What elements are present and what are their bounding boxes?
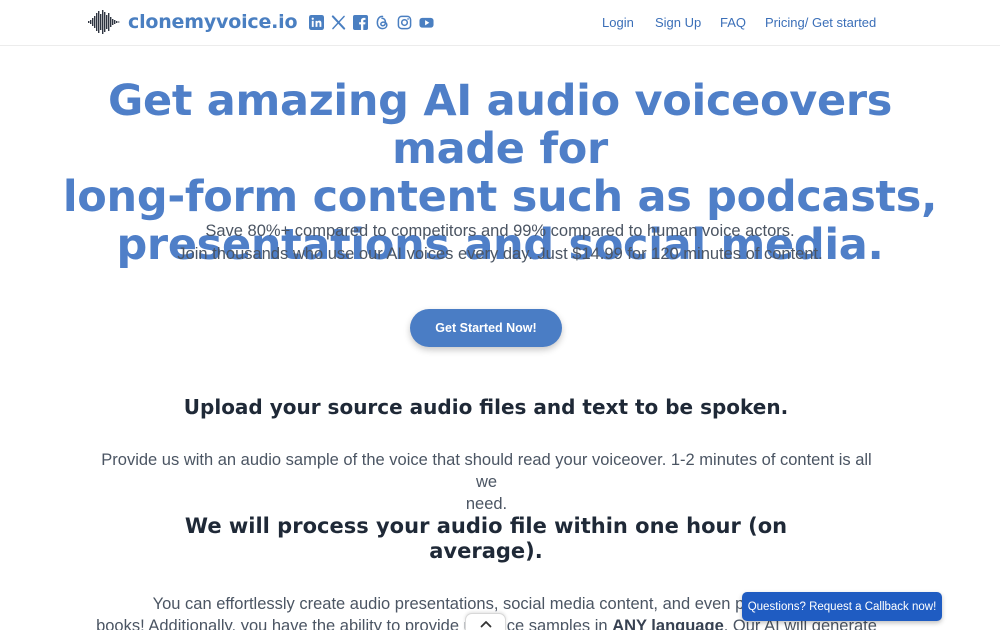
process-text-a: books! Additionally, you have the abilit… — [96, 617, 482, 630]
get-started-button[interactable]: Get Started Now! — [410, 309, 562, 347]
nav-links: Login Sign Up FAQ Pricing/ Get started — [0, 15, 1000, 33]
request-callback-button[interactable]: Questions? Request a Callback now! — [742, 592, 942, 621]
process-heading-line-1: We will process your audio file within o… — [184, 514, 788, 538]
hero-title-line-2: long-form content such as podcasts, — [62, 172, 938, 222]
nav-pricing[interactable]: Pricing/ Get started — [765, 15, 876, 30]
hero-title-line-1: Get amazing AI audio voiceovers made for — [107, 76, 893, 174]
upload-description: Provide us with an audio sample of the v… — [90, 449, 883, 515]
nav-signup[interactable]: Sign Up — [655, 15, 701, 30]
scroll-to-top-tab[interactable] — [465, 613, 506, 630]
process-heading-line-2: average). — [429, 539, 543, 563]
chevron-up-icon — [480, 620, 491, 627]
upload-heading: Upload your source audio files and text … — [183, 395, 789, 419]
header-divider — [0, 45, 1000, 46]
upload-description-line-1: Provide us with an audio sample of the v… — [101, 451, 872, 491]
hero-subtitle-line-1: Save 80%+ compared to competitors and 99… — [205, 222, 795, 240]
nav-login[interactable]: Login — [602, 15, 634, 30]
process-heading: We will process your audio file within o… — [150, 514, 822, 564]
top-navbar: clonemyvoice.io Login Sign Up FAQ Pricin… — [0, 0, 1000, 46]
any-language-emphasis: ANY language — [612, 617, 724, 630]
upload-description-line-2: need. — [465, 495, 508, 513]
hero-subtitle-line-2: Join thousands who use our AI voices eve… — [177, 245, 823, 263]
nav-faq[interactable]: FAQ — [720, 15, 746, 30]
